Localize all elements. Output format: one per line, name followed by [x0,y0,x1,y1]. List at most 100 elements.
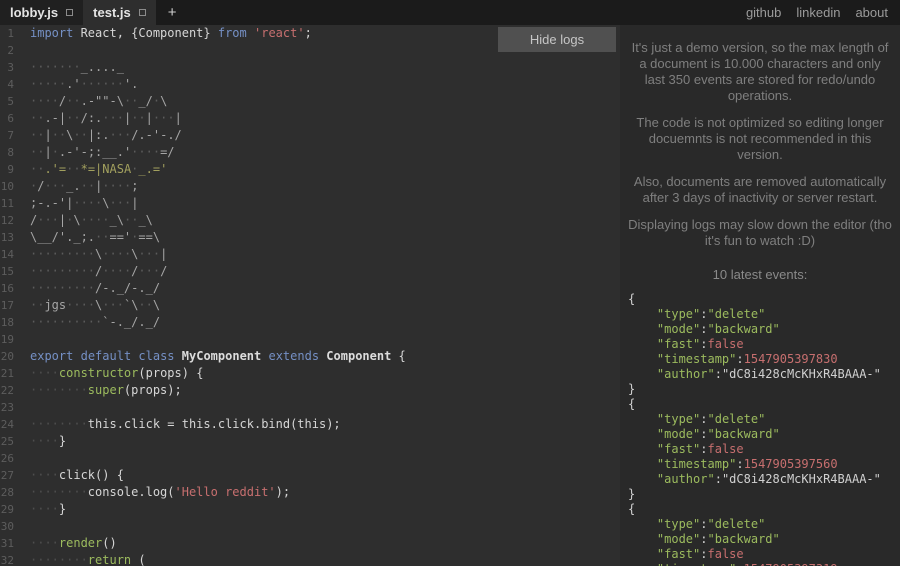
code-line[interactable]: 24 ········this.click = this.click.bind(t… [0,416,620,433]
event-log-line: "timestamp":1547905397560 [656,457,838,471]
code-line[interactable]: 5 ····/··.-""-\··_/·\ [0,93,620,110]
event-log-line: "type":"delete" [656,517,766,531]
main-content: 1 import React, {Component} from 'react';… [0,25,900,566]
code-line[interactable]: 26 [0,450,620,467]
code-text: ····} [30,502,67,516]
github-link[interactable]: github [746,5,781,20]
event-log-line: } [628,487,636,501]
code-text: ··jgs····\···`\··\ [30,298,161,312]
code-text: ··········`-._/._/ [30,315,161,329]
event-log-line: "type":"delete" [656,412,766,426]
code-line[interactable]: 3 ·······_...._ [0,59,620,76]
code-line[interactable]: 10 ·/···_.··|····; [0,178,620,195]
code-text: ·/···_.··|····; [30,179,139,193]
line-number: 31 [0,537,14,550]
code-text: ·········\····\···| [30,247,168,261]
code-text: ·······_...._ [30,60,124,74]
event-log-line: "mode":"backward" [656,322,780,336]
event-log-line: "mode":"backward" [656,532,780,546]
line-number: 16 [0,282,14,295]
nav-links: github linkedin about [746,0,900,25]
logs-panel: It's just a demo version, so the max len… [620,25,900,566]
code-text: ;-.-'|····\···| [30,196,139,210]
event-log: { "type":"delete" "mode":"backward" "fas… [620,292,900,566]
line-number: 13 [0,231,14,244]
code-line[interactable]: 20 export default class MyComponent exten… [0,348,620,365]
close-tab-icon[interactable] [138,9,146,16]
event-log-line: } [628,382,636,396]
line-number: 32 [0,554,14,566]
code-text: ··.-|··/:.···|··|···| [30,111,182,125]
code-line[interactable]: 31 ····render() [0,535,620,552]
code-line[interactable]: 13 \__/'._;.··=='·==\ [0,229,620,246]
code-text: ··|·.-'-;:__.'····=/ [30,145,175,159]
code-line[interactable]: 4 ·····.'······'. [0,76,620,93]
code-text: ·····.'······'. [30,77,139,91]
tab-label: lobby.js [10,5,59,20]
code-text: \__/'._;.··=='·==\ [30,230,161,244]
hide-logs-button[interactable]: Hide logs [498,27,616,52]
code-line[interactable]: 6 ··.-|··/:.···|··|···| [0,110,620,127]
code-text: ········super(props); [30,383,182,397]
code-line[interactable]: 27 ····click() { [0,467,620,484]
line-number: 9 [7,163,14,176]
code-line[interactable]: 19 [0,331,620,348]
code-line[interactable]: 17 ··jgs····\···`\··\ [0,297,620,314]
code-line[interactable]: 12 /···|·\····_\··_\ [0,212,620,229]
code-editor[interactable]: 1 import React, {Component} from 'react';… [0,25,620,566]
code-line[interactable]: 29 ····} [0,501,620,518]
code-line[interactable]: 14 ·········\····\···| [0,246,620,263]
line-number: 19 [0,333,14,346]
code-line[interactable]: 21 ····constructor(props) { [0,365,620,382]
about-link[interactable]: about [855,5,888,20]
tab-test-js[interactable]: test.js [83,0,156,25]
close-tab-icon[interactable] [66,9,74,16]
line-number: 27 [0,469,14,482]
code-line[interactable]: 8 ··|·.-'-;:__.'····=/ [0,144,620,161]
new-tab-button[interactable]: + [156,0,189,25]
linkedin-link[interactable]: linkedin [796,5,840,20]
tab-lobby-js[interactable]: lobby.js [0,0,84,25]
line-number: 22 [0,384,14,397]
line-number: 4 [7,78,14,91]
code-text: ·········/-._/-._/ [30,281,161,295]
code-line[interactable]: 30 [0,518,620,535]
event-log-line: { [628,502,636,516]
code-text: ·········/····/···/ [30,264,168,278]
code-text: ··|··\··|:.···/.-'-./ [30,128,182,142]
code-text: import React, {Component} from 'react'; [30,26,312,40]
code-text: ····render() [30,536,117,550]
code-line[interactable]: 32 ········return ( [0,552,620,566]
code-line[interactable]: 16 ·········/-._/-._/ [0,280,620,297]
code-line[interactable]: 18 ··········`-._/._/ [0,314,620,331]
code-text: ····click() { [30,468,124,482]
tab-label: test.js [93,5,131,20]
line-number: 25 [0,435,14,448]
code-line[interactable]: 28 ········console.log('Hello reddit'); [0,484,620,501]
info-paragraph: It's just a demo version, so the max len… [631,40,889,103]
line-number: 20 [0,350,14,363]
code-line[interactable]: 9 ··.'=··*=|NASA·_.=' [0,161,620,178]
line-number: 1 [7,27,14,40]
line-number: 17 [0,299,14,312]
line-number: 28 [0,486,14,499]
line-number: 12 [0,214,14,227]
code-line[interactable]: 23 [0,399,620,416]
event-log-line: "fast":false [656,442,744,456]
event-log-line: "timestamp":1547905397830 [656,352,838,366]
line-number: 2 [7,44,14,57]
code-line[interactable]: 25 ····} [0,433,620,450]
code-text: ····constructor(props) { [30,366,204,380]
line-number: 29 [0,503,14,516]
code-line[interactable]: 7 ··|··\··|:.···/.-'-./ [0,127,620,144]
line-number: 7 [7,129,14,142]
code-line[interactable]: 22 ········super(props); [0,382,620,399]
event-log-line: "author":"dC8i428cMcKHxR4BAAA-" [656,367,881,381]
code-line[interactable]: 15 ·········/····/···/ [0,263,620,280]
code-line[interactable]: 11 ;-.-'|····\···| [0,195,620,212]
code-text: ········this.click = this.click.bind(thi… [30,417,341,431]
line-number: 30 [0,520,14,533]
